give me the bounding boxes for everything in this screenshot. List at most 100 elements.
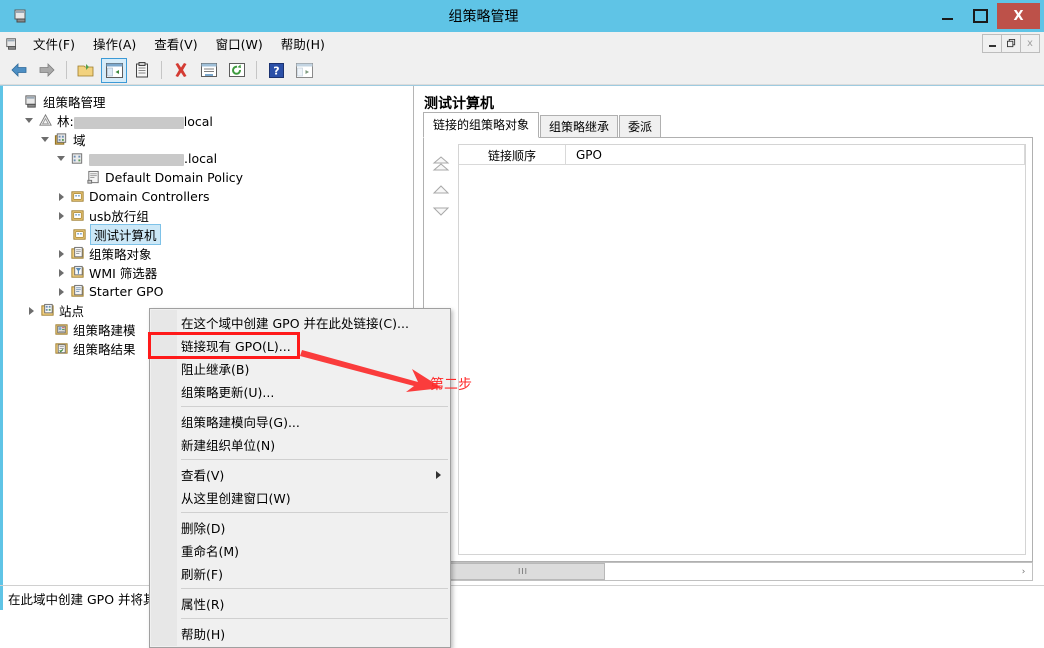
- tree-item-starter-gpos[interactable]: Starter GPO: [8, 282, 413, 301]
- tab-group-policy-inheritance[interactable]: 组策略继承: [540, 115, 619, 138]
- menu-window[interactable]: 窗口(W): [207, 32, 272, 55]
- expander-domains[interactable]: [38, 137, 52, 142]
- tab-linked-gpos[interactable]: 链接的组策略对象: [423, 112, 540, 138]
- linked-gpo-list: 链接顺序 GPO: [458, 144, 1026, 555]
- toolbar-separator-2: [161, 61, 162, 79]
- menu-item-delete[interactable]: 删除(D): [150, 516, 450, 539]
- menu-bar: 文件(F) 操作(A) 查看(V) 窗口(W) 帮助(H) x: [0, 32, 1044, 56]
- window-title: 组策略管理: [448, 9, 519, 25]
- tree-item-usb-group[interactable]: usb放行组: [8, 206, 413, 225]
- menu-item-properties[interactable]: 属性(R): [150, 592, 450, 615]
- tree-item-domain-controllers[interactable]: Domain Controllers: [8, 187, 413, 206]
- mdi-close-button[interactable]: x: [1020, 34, 1040, 53]
- menu-item-view-label: 查看(V): [181, 468, 225, 483]
- tree-label: WMI 筛选器: [89, 266, 158, 281]
- window-controls: X: [931, 0, 1044, 32]
- expander-usb-group[interactable]: [54, 211, 68, 220]
- tree-item-domain[interactable]: .local: [8, 149, 413, 168]
- menu-separator: [181, 512, 448, 513]
- horizontal-scrollbar[interactable]: ‹ III ›: [423, 562, 1033, 581]
- mdi-restore-button[interactable]: [1001, 34, 1021, 53]
- expander-gpos[interactable]: [54, 249, 68, 258]
- expander-wmi-filters[interactable]: [54, 268, 68, 277]
- forward-icon[interactable]: [34, 58, 60, 83]
- tree-item-gpmc-root[interactable]: 组策略管理: [8, 92, 413, 111]
- forest-suffix: local: [183, 114, 213, 129]
- chevron-right-icon: [436, 470, 441, 479]
- menu-item-group-policy-update[interactable]: 组策略更新(U)...: [150, 380, 450, 403]
- minimize-button[interactable]: [931, 3, 964, 29]
- help-icon[interactable]: ?: [263, 58, 289, 83]
- tree-item-forest[interactable]: 林: local: [8, 111, 413, 130]
- back-icon[interactable]: [6, 58, 32, 83]
- tree-item-default-domain-policy[interactable]: Default Domain Policy: [8, 168, 413, 187]
- column-header-link-order[interactable]: 链接顺序: [459, 145, 566, 164]
- menu-item-create-gpo-and-link[interactable]: 在这个域中创建 GPO 并在此处链接(C)...: [150, 311, 450, 334]
- menu-item-link-existing-gpo[interactable]: 链接现有 GPO(L)...: [148, 332, 300, 359]
- menu-item-gp-modeling-wizard[interactable]: 组策略建模向导(G)...: [150, 410, 450, 433]
- show-hide-tree-icon[interactable]: [101, 57, 127, 83]
- expander-starter-gpos[interactable]: [54, 287, 68, 296]
- mdi-window-controls: x: [982, 34, 1040, 53]
- console-icon: [22, 94, 40, 109]
- domain-suffix: .local: [184, 151, 218, 166]
- mdi-minimize-button[interactable]: [982, 34, 1002, 53]
- tree-item-test-computers[interactable]: 测试计算机: [8, 224, 413, 245]
- menu-view[interactable]: 查看(V): [145, 32, 206, 55]
- menu-item-help[interactable]: 帮助(H): [150, 622, 450, 645]
- refresh-icon[interactable]: [224, 58, 250, 83]
- tree-label: 组策略结果: [73, 342, 136, 357]
- work-area: 组策略管理 林: local 域 .local Default Domain P…: [0, 85, 1044, 648]
- maximize-button[interactable]: [964, 3, 997, 29]
- menu-item-view[interactable]: 查看(V): [150, 463, 450, 486]
- expander-domain[interactable]: [54, 156, 68, 161]
- menu-item-new-ou[interactable]: 新建组织单位(N): [150, 433, 450, 456]
- menu-separator: [181, 618, 448, 619]
- up-folder-icon[interactable]: [73, 58, 99, 83]
- column-header-gpo[interactable]: GPO: [566, 145, 1025, 164]
- tree-label: 组策略管理: [43, 95, 106, 110]
- menu-item-new-window-from-here[interactable]: 从这里创建窗口(W): [150, 486, 450, 509]
- move-top-button[interactable]: [432, 156, 450, 176]
- svg-text:?: ?: [273, 64, 279, 77]
- gpo-link-icon: [84, 170, 102, 185]
- move-down-button[interactable]: [432, 206, 450, 220]
- report-icon[interactable]: [196, 58, 222, 83]
- tree-item-domains[interactable]: 域: [8, 130, 413, 149]
- menu-item-refresh[interactable]: 刷新(F): [150, 562, 450, 585]
- properties-clipboard-icon[interactable]: [129, 58, 155, 83]
- tree-item-gpos[interactable]: 组策略对象: [8, 244, 413, 263]
- scroll-thumb[interactable]: III: [441, 563, 605, 580]
- results-icon: [52, 341, 70, 356]
- menu-items: 文件(F) 操作(A) 查看(V) 窗口(W) 帮助(H): [24, 32, 334, 55]
- menu-action[interactable]: 操作(A): [84, 32, 145, 55]
- modeling-icon: [52, 322, 70, 337]
- group-policy-management-window: 组策略管理 X 文件(F) 操作(A) 查看(V) 窗口(W) 帮助(H) x …: [0, 0, 1044, 648]
- toolbar-separator: [66, 61, 67, 79]
- toolbar: ?: [0, 56, 1044, 85]
- menu-file[interactable]: 文件(F): [24, 32, 84, 55]
- forest-icon: [36, 113, 54, 128]
- menu-item-block-inheritance[interactable]: 阻止继承(B): [150, 357, 450, 380]
- tree-item-wmi-filters[interactable]: WMI 筛选器: [8, 263, 413, 282]
- scroll-right-arrow-icon[interactable]: ›: [1015, 563, 1032, 580]
- close-button[interactable]: X: [997, 3, 1040, 29]
- menu-help[interactable]: 帮助(H): [272, 32, 334, 55]
- move-up-button[interactable]: [432, 184, 450, 198]
- tree-label: usb放行组: [89, 209, 149, 224]
- sites-icon: [38, 303, 56, 318]
- tree-label: 站点: [59, 304, 85, 319]
- gpo-folder-icon: [68, 246, 86, 261]
- redacted-domain-name: [89, 153, 184, 166]
- new-window-icon[interactable]: [291, 58, 317, 83]
- tree-label: Domain Controllers: [89, 189, 210, 204]
- scroll-track[interactable]: III: [441, 563, 1015, 580]
- delete-icon[interactable]: [168, 58, 194, 83]
- menu-item-rename[interactable]: 重命名(M): [150, 539, 450, 562]
- expander-domain-controllers[interactable]: [54, 192, 68, 201]
- expander-forest[interactable]: [22, 118, 36, 123]
- list-body-empty[interactable]: [459, 165, 1025, 554]
- tree-label: Starter GPO: [89, 284, 164, 299]
- tab-delegation[interactable]: 委派: [619, 115, 662, 138]
- expander-sites[interactable]: [24, 306, 38, 315]
